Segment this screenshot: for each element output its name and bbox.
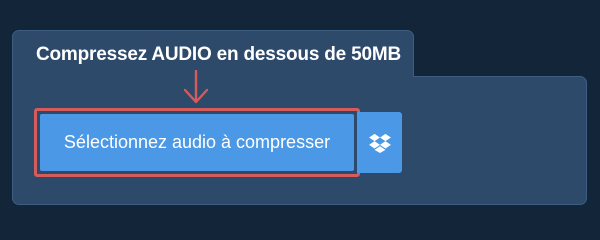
card-seam [13, 70, 413, 82]
dropbox-button[interactable] [357, 112, 402, 173]
select-audio-button[interactable]: Sélectionnez audio à compresser [40, 114, 354, 171]
card-title: Compressez AUDIO en dessous de 50MB [36, 44, 402, 65]
arrow-down-icon [183, 70, 209, 104]
dropbox-icon [368, 133, 391, 153]
